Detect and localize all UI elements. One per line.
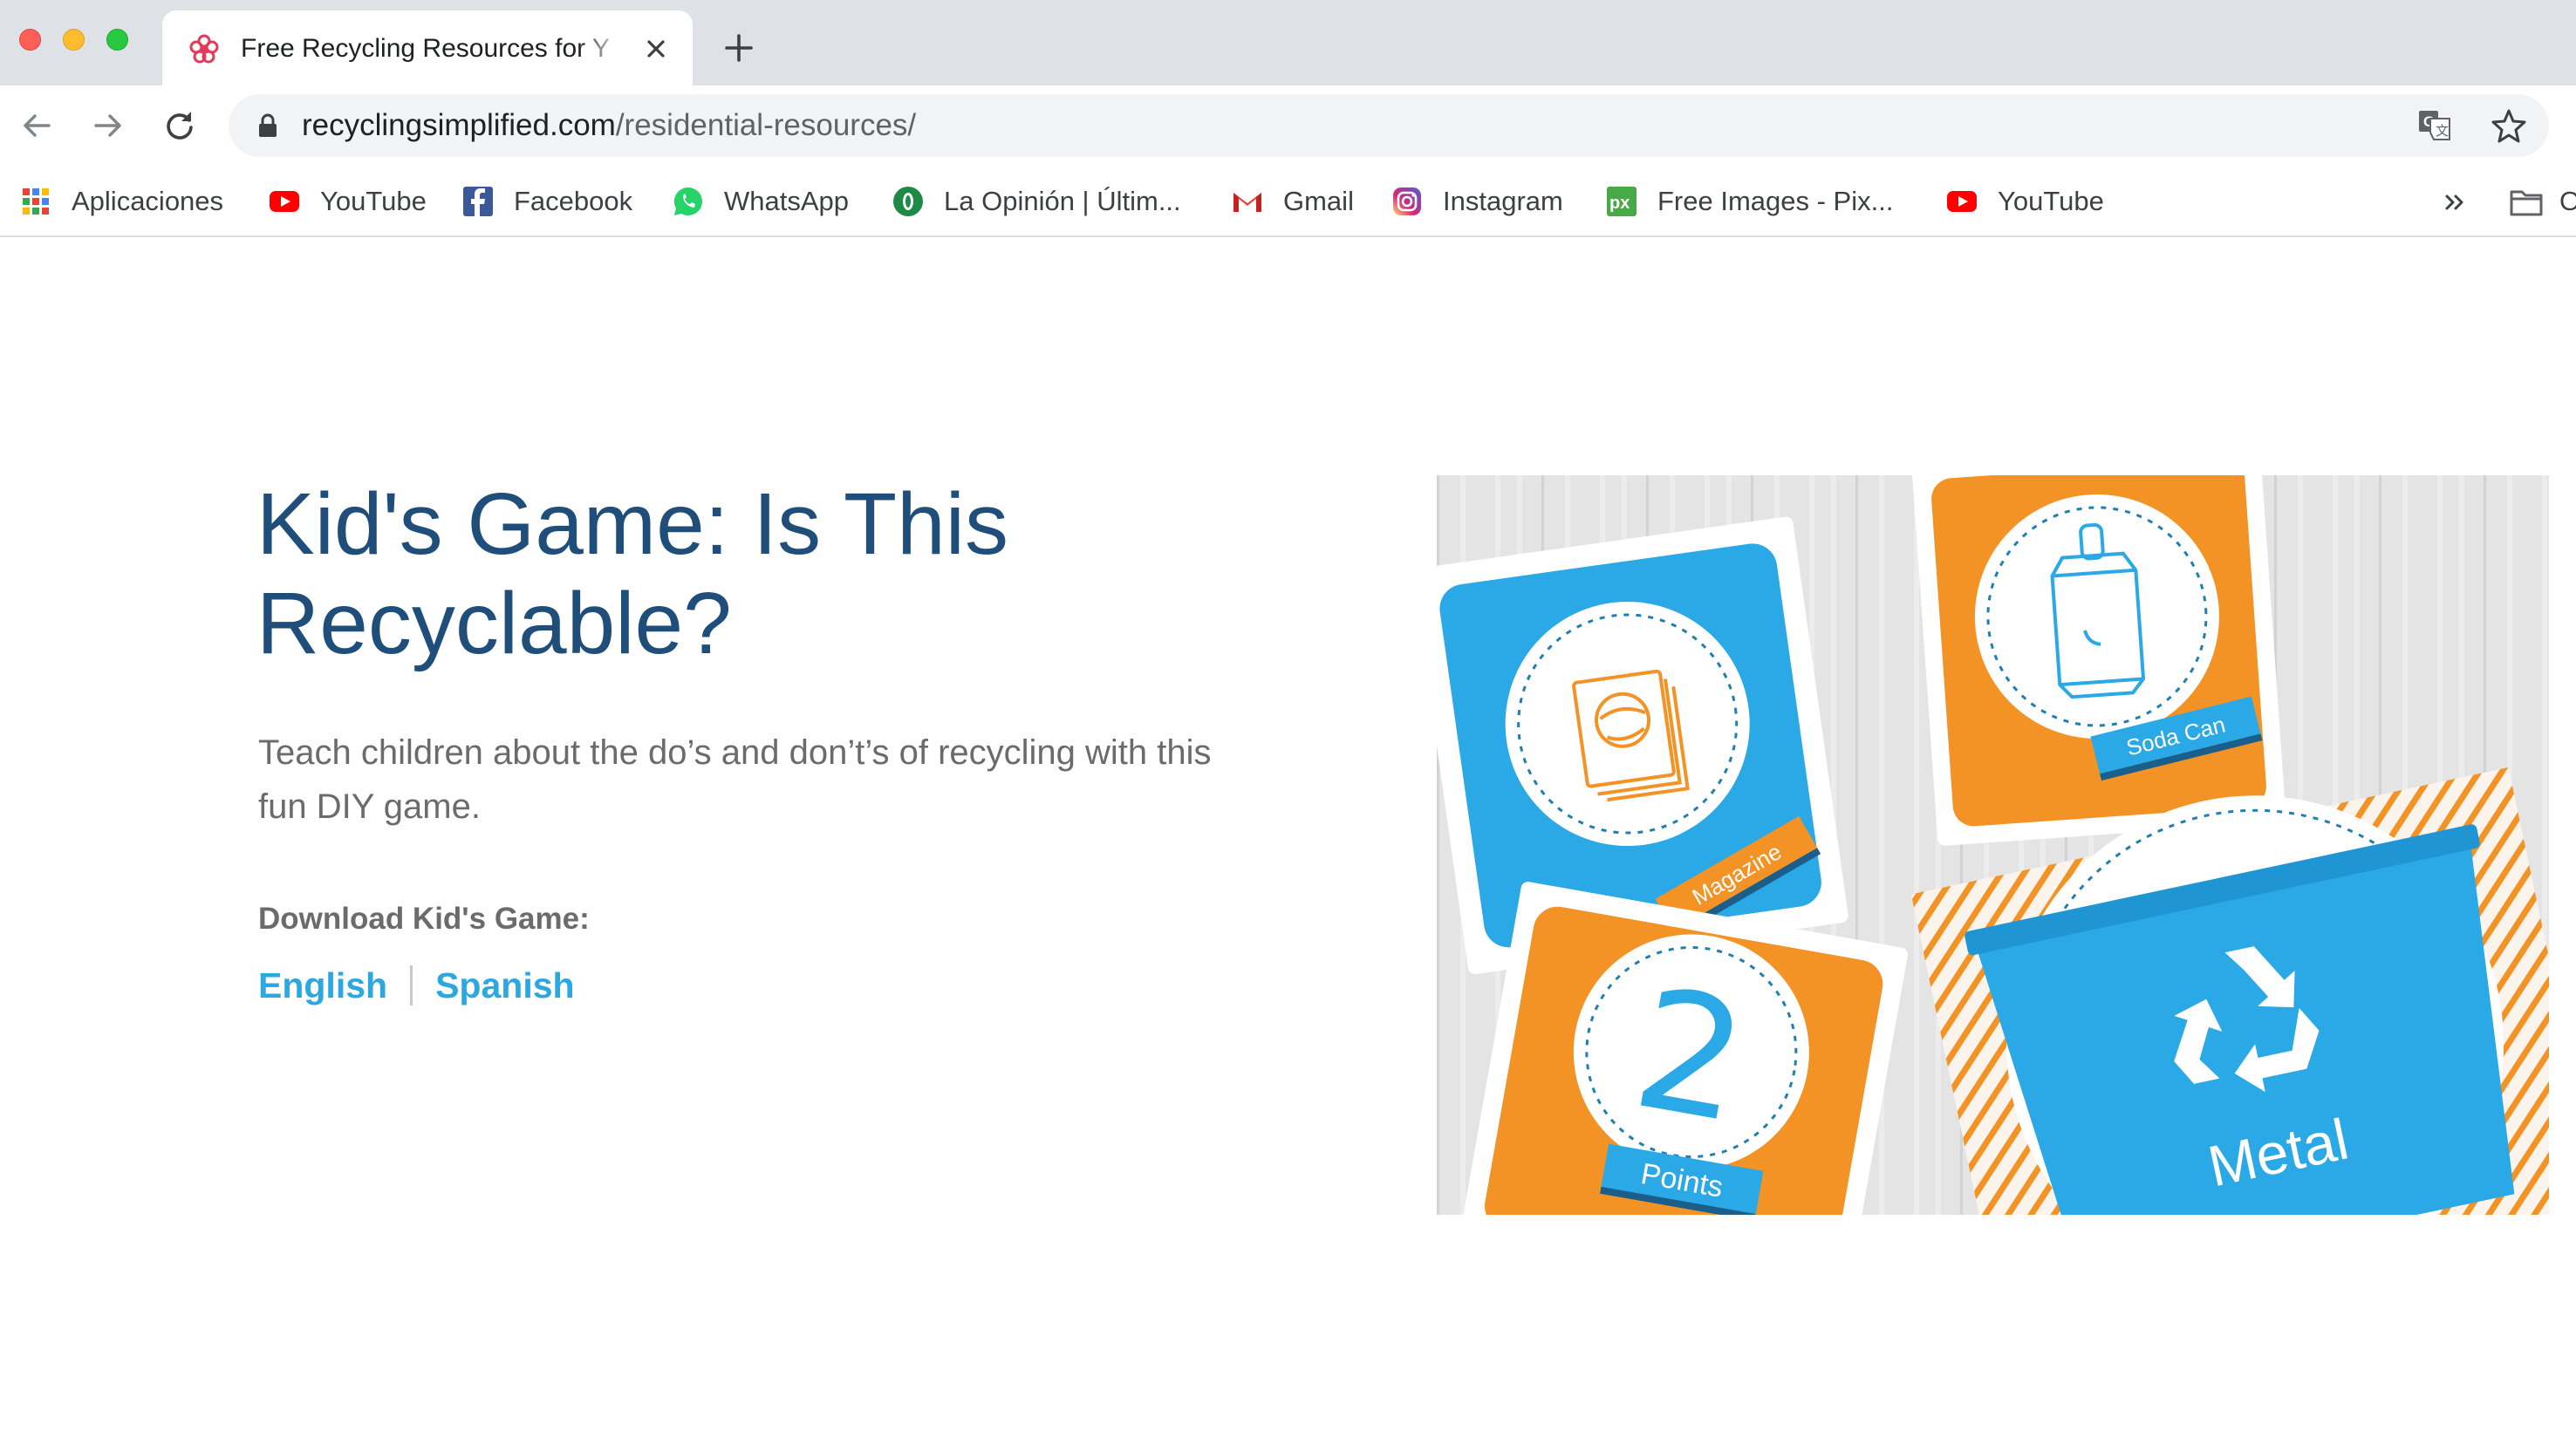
bookmark-label: YouTube — [1998, 186, 2104, 216]
gmail-icon — [1233, 193, 1261, 212]
link-divider — [410, 965, 413, 1005]
flower-favicon-icon — [189, 34, 219, 64]
bookmark-label: Free Images - Pix... — [1657, 186, 1894, 216]
folder-icon[interactable] — [2509, 187, 2544, 218]
active-tab[interactable]: Free Recycling Resources for Y — [162, 10, 693, 85]
bookmark-youtube-2[interactable]: YouTube — [1945, 181, 2104, 222]
bookmark-gmail[interactable]: Gmail — [1231, 181, 1354, 222]
bookmark-label: WhatsApp — [724, 186, 850, 216]
bookmark-aplicaciones[interactable]: Aplicaciones — [19, 181, 223, 222]
bookmark-facebook[interactable]: Facebook — [461, 181, 632, 222]
svg-text:px: px — [1609, 194, 1630, 213]
lock-icon[interactable] — [258, 113, 277, 138]
spanish-download-link[interactable]: Spanish — [435, 961, 574, 1010]
page-heading: Kid's Game: Is This Recyclable? — [256, 475, 1008, 672]
bookmark-whatsapp[interactable]: WhatsApp — [672, 181, 849, 222]
url-domain: recyclingsimplified.com — [302, 108, 616, 142]
forward-arrow-icon[interactable] — [89, 106, 127, 145]
download-label: Download Kid's Game: — [258, 902, 590, 936]
minimize-window-button[interactable] — [63, 29, 85, 51]
bookmark-label: Aplicaciones — [72, 186, 224, 216]
pixabay-icon: px — [1607, 187, 1636, 216]
bookmark-free-images[interactable]: px Free Images - Pix... — [1605, 181, 1893, 222]
bookmark-label: YouTube — [320, 186, 427, 216]
page-description: Teach children about the do’s and don’t’… — [258, 733, 1212, 826]
close-window-button[interactable] — [19, 29, 41, 51]
english-download-link[interactable]: English — [258, 961, 387, 1010]
facebook-icon — [463, 187, 493, 216]
bookmark-instagram[interactable]: Instagram — [1390, 181, 1563, 222]
apps-grid-icon — [23, 188, 49, 215]
bookmark-label: Instagram — [1443, 186, 1563, 216]
bookmark-la-opinion[interactable]: La Opinión | Últim... — [892, 181, 1181, 222]
instagram-icon — [1393, 187, 1421, 215]
bookmark-star-icon[interactable] — [2491, 108, 2526, 143]
translate-icon[interactable]: G 文 — [2418, 110, 2451, 141]
back-arrow-icon[interactable] — [17, 106, 56, 145]
chevron-double-right-icon[interactable] — [2439, 187, 2470, 218]
browser-tab-strip: Free Recycling Resources for Y — [0, 0, 2576, 85]
bookmark-youtube[interactable]: YouTube — [268, 181, 427, 222]
url-text[interactable]: recyclingsimplified.com/residential-reso… — [302, 106, 916, 145]
la-opinion-icon — [893, 187, 923, 216]
svg-text:文: 文 — [2436, 123, 2449, 139]
other-bookmarks-label[interactable]: O — [2559, 181, 2576, 222]
download-links: English Spanish — [258, 961, 575, 1010]
page-content: Kid's Game: Is This Recyclable? Teach ch… — [0, 237, 2576, 1445]
url-path: /residential-resources/ — [615, 108, 917, 142]
youtube-icon — [1947, 191, 1977, 212]
close-tab-icon[interactable] — [640, 33, 672, 65]
bookmark-label: Gmail — [1283, 186, 1354, 216]
new-tab-icon[interactable] — [722, 31, 755, 65]
browser-toolbar: recyclingsimplified.com/residential-reso… — [0, 85, 2576, 166]
whatsapp-icon — [673, 187, 702, 216]
bookmarks-bar: Aplicaciones YouTube Facebook WhatsApp L… — [0, 166, 2576, 237]
bookmark-label: La Opinión | Últim... — [944, 186, 1181, 216]
address-bar[interactable]: recyclingsimplified.com/residential-reso… — [229, 94, 2549, 157]
maximize-window-button[interactable] — [106, 29, 128, 51]
recycling-game-cards-image: Magazine Soda Can 2 Points Metal — [1437, 475, 2549, 1215]
reload-icon[interactable] — [161, 106, 199, 145]
youtube-icon — [270, 191, 299, 212]
soda-can-card: Soda Can — [1911, 475, 2286, 846]
bookmark-label: Facebook — [514, 186, 633, 216]
tab-title: Free Recycling Resources for Y — [241, 34, 610, 63]
